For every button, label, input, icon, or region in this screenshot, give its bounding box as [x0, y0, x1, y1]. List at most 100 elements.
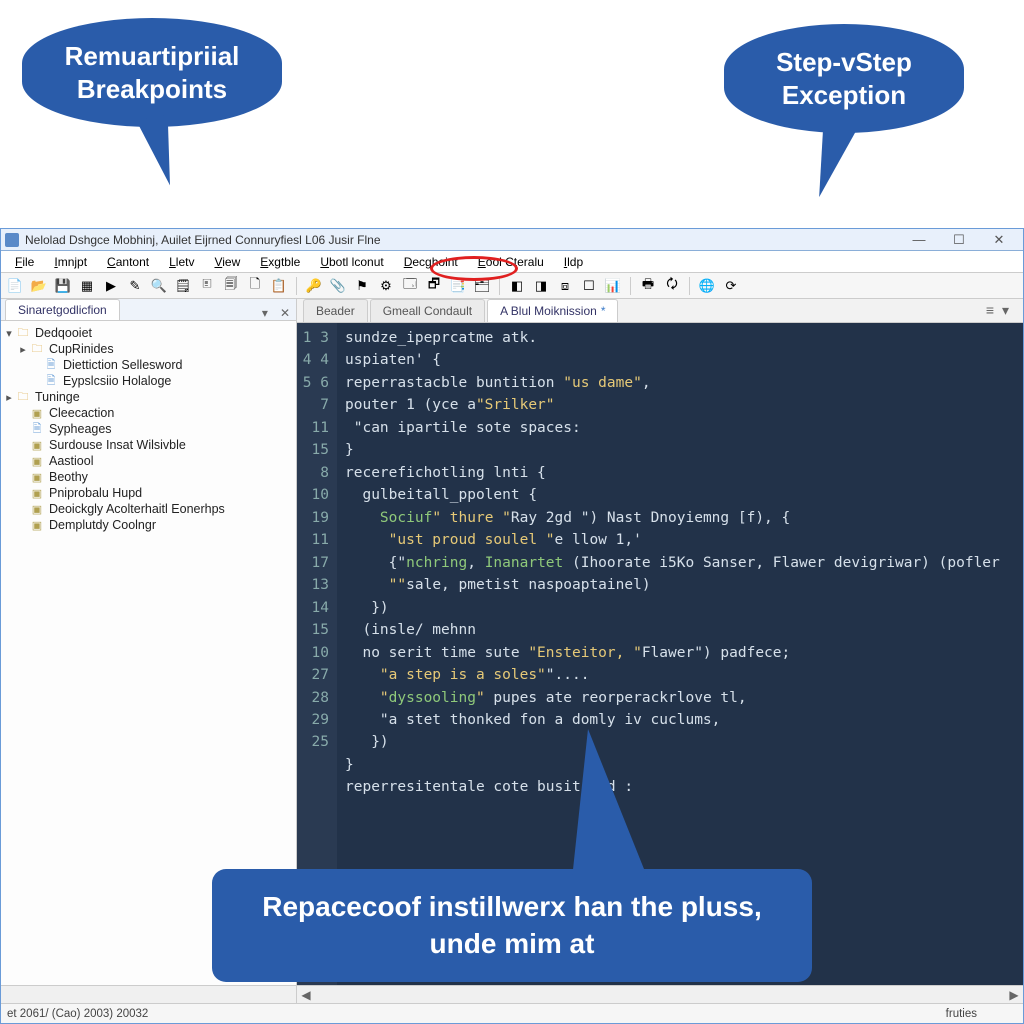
- box-icon: ▣: [29, 406, 45, 420]
- toolbar-button[interactable]: 🔑: [304, 276, 324, 296]
- toolbar-button[interactable]: 🗔: [400, 276, 420, 296]
- toolbar-button[interactable]: 📋: [269, 276, 289, 296]
- tree-item[interactable]: ▣Surdouse Insat Wilsivble: [3, 437, 294, 453]
- box-icon: ▣: [29, 486, 45, 500]
- toolbar-button[interactable]: ▶: [101, 276, 121, 296]
- toolbar-button[interactable]: ⚙: [376, 276, 396, 296]
- toolbar-button[interactable]: 🌐: [697, 276, 717, 296]
- tree-item[interactable]: ▸🗀 Tuninge: [3, 389, 294, 405]
- menu-item-cantont[interactable]: Cantont: [97, 252, 159, 272]
- callout-tail: [572, 729, 648, 879]
- toolbar: 📄📂💾▦▶✎🔍🗒🗉🗐🗋📋 🔑📎⚑⚙🗔🗗📑🗂 ◧◨⧈☐📊 🖶🗘 🌐⟳: [1, 273, 1023, 299]
- menu-item-ildp[interactable]: Ildp: [554, 252, 593, 272]
- tree-item-label: Diettiction Sellesword: [63, 358, 183, 372]
- toolbar-button[interactable]: 📎: [328, 276, 348, 296]
- tree-item-label: Pniprobalu Hupd: [49, 486, 142, 500]
- sidebar-close-icon[interactable]: ✕: [274, 306, 296, 320]
- tree-item[interactable]: ▣ Cleecaction: [3, 405, 294, 421]
- toolbar-button[interactable]: 🗘: [662, 276, 682, 296]
- callout-left-text: Remuartipriial Breakpoints: [65, 41, 240, 104]
- tree-item-label: Aastiool: [49, 454, 93, 468]
- tree-expand-icon[interactable]: ▸: [3, 391, 15, 404]
- status-right: fruties: [946, 1008, 977, 1020]
- toolbar-separator: [689, 277, 690, 295]
- callout-breakpoints: Remuartipriial Breakpoints: [22, 18, 282, 127]
- tree-item-label: Tuninge: [35, 390, 80, 404]
- tree-item[interactable]: ▣ Aastiool: [3, 453, 294, 469]
- toolbar-button[interactable]: 🗗: [424, 276, 444, 296]
- tree-item-label: Eypslcsiio Holaloge: [63, 374, 171, 388]
- toolbar-button[interactable]: ☐: [579, 276, 599, 296]
- toolbar-button[interactable]: ⧈: [555, 276, 575, 296]
- toolbar-button[interactable]: 🔍: [149, 276, 169, 296]
- toolbar-button[interactable]: 🗋: [245, 276, 265, 296]
- tree-item-label: CupRinides: [49, 342, 114, 356]
- tree-item[interactable]: ▾🗀Dedqooiet: [3, 325, 294, 341]
- toolbar-button[interactable]: 🗉: [197, 276, 217, 296]
- folder-icon: 🗀: [15, 326, 31, 340]
- editor-tab[interactable]: Gmeall Condault: [370, 299, 485, 322]
- tree-item[interactable]: 🗎Sypheages: [3, 421, 294, 437]
- editor-tab[interactable]: Beader: [303, 299, 368, 322]
- menu-item-ubotllconut[interactable]: Ubotl lconut: [310, 252, 393, 272]
- maximize-button[interactable]: ☐: [939, 230, 979, 250]
- box-icon: ▣: [29, 454, 45, 468]
- tree-item[interactable]: 🗎 Eypslcsiio Holaloge: [3, 373, 294, 389]
- tree-item[interactable]: ▣ Deoickgly Acolterhaitl Eonerhps: [3, 501, 294, 517]
- menu-item-lletv[interactable]: Lletv: [159, 252, 204, 272]
- folder-icon: 🗀: [29, 342, 45, 356]
- toolbar-button[interactable]: 📂: [29, 276, 49, 296]
- sidebar-tabs: Sinaretgodlicfion ▾ ✕: [1, 299, 296, 321]
- sidebar-tab[interactable]: Sinaretgodlicfion: [5, 299, 120, 320]
- callout-exception: Step-vStep Exception: [724, 24, 964, 133]
- toolbar-button[interactable]: 💾: [53, 276, 73, 296]
- toolbar-button[interactable]: 📊: [603, 276, 623, 296]
- toolbar-button[interactable]: ✎: [125, 276, 145, 296]
- folder-icon: 🗀: [15, 390, 31, 404]
- scroll-right-icon[interactable]: ▶: [1005, 986, 1023, 1004]
- toolbar-separator: [499, 277, 500, 295]
- menu-item-imnjpt[interactable]: Imnjpt: [44, 252, 97, 272]
- toolbar-button[interactable]: 🗂: [472, 276, 492, 296]
- toolbar-button[interactable]: 📑: [448, 276, 468, 296]
- toolbar-button[interactable]: ⚑: [352, 276, 372, 296]
- toolbar-button[interactable]: ◧: [507, 276, 527, 296]
- scroll-left-icon[interactable]: ◀: [297, 986, 315, 1004]
- tree-expand-icon[interactable]: ▾: [3, 327, 15, 340]
- toolbar-button[interactable]: 🗐: [221, 276, 241, 296]
- toolbar-button[interactable]: ⟳: [721, 276, 741, 296]
- tree-item-label: Cleecaction: [49, 406, 114, 420]
- callout-bottom-text: Repacecoof instillwerx han the pluss, un…: [262, 891, 761, 958]
- tree-item[interactable]: ▣Demplutdy Coolngr: [3, 517, 294, 533]
- titlebar: Nelolad Dshgce Mobhinj, Auilet Eijrned C…: [1, 229, 1023, 251]
- statusbar: et 2061/ (Cao) 2003) 20032 fruties: [1, 1003, 1023, 1023]
- box-icon: ▣: [29, 470, 45, 484]
- close-button[interactable]: ✕: [979, 230, 1019, 250]
- tree-item-label: Demplutdy Coolngr: [49, 518, 156, 532]
- menu-item-view[interactable]: View: [204, 252, 250, 272]
- sidebar-menu-icon[interactable]: ▾: [256, 306, 274, 320]
- toolbar-button[interactable]: 📄: [5, 276, 25, 296]
- menu-item-eoolcteralu[interactable]: Eool Cteralu: [468, 252, 554, 272]
- callout-tail: [806, 122, 857, 202]
- menu-item-decghoint[interactable]: Decghoint: [394, 252, 468, 272]
- menu-item-exgtble[interactable]: Exgtble: [250, 252, 310, 272]
- page-icon: 🗎: [43, 358, 59, 372]
- tree-item-label: Deoickgly Acolterhaitl Eonerhps: [49, 502, 225, 516]
- tree-item[interactable]: ▣Beothy: [3, 469, 294, 485]
- editor-tab[interactable]: A Blul Moiknission*: [487, 299, 618, 322]
- toolbar-button[interactable]: ▦: [77, 276, 97, 296]
- toolbar-button[interactable]: 🗒: [173, 276, 193, 296]
- toolbar-button[interactable]: 🖶: [638, 276, 658, 296]
- tree-expand-icon[interactable]: ▸: [17, 343, 29, 356]
- menu-item-file[interactable]: File: [5, 252, 44, 272]
- tree-item[interactable]: ▣ Pniprobalu Hupd: [3, 485, 294, 501]
- editor-toggle-icon[interactable]: ≡ ▾: [986, 302, 1011, 319]
- horizontal-scrollbar[interactable]: ◀ ▶: [1, 985, 1023, 1003]
- box-icon: ▣: [29, 502, 45, 516]
- minimize-button[interactable]: —: [899, 230, 939, 250]
- callout-tail: [136, 115, 180, 189]
- page-icon: 🗎: [43, 374, 59, 388]
- menubar: FileImnjptCantontLletvViewExgtbleUbotl l…: [1, 251, 1023, 273]
- toolbar-button[interactable]: ◨: [531, 276, 551, 296]
